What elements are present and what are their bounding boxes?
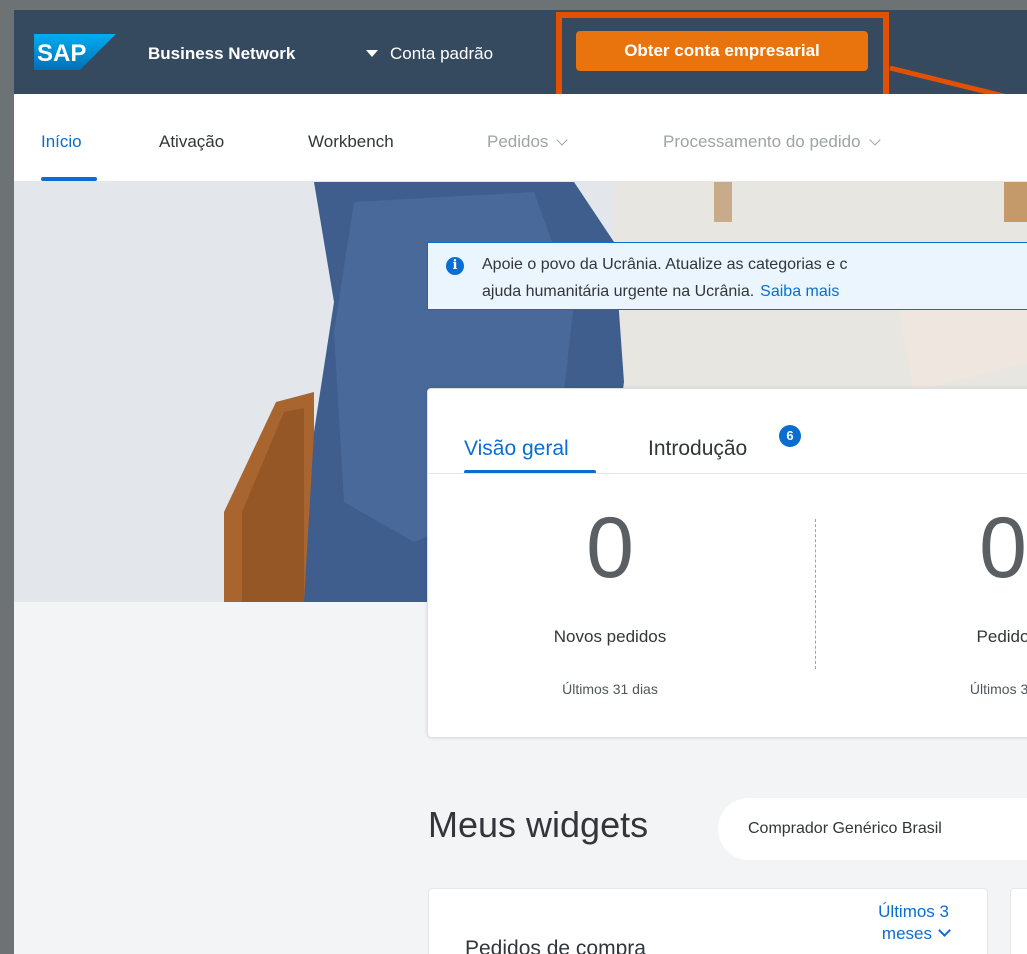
tab-workbench[interactable]: Workbench — [308, 132, 394, 152]
notification-badge: 6 — [779, 425, 801, 447]
banner-text-line1: Apoie o povo da Ucrânia. Atualize as cat… — [482, 256, 848, 273]
divider — [428, 473, 1027, 474]
banner-text-line2: ajuda humanitária urgente na Ucrânia. Sai… — [482, 283, 839, 301]
chevron-down-icon — [868, 134, 881, 146]
new-orders-period: Últimos 31 dias — [562, 681, 658, 697]
tab-ativacao[interactable]: Ativação — [159, 132, 224, 152]
account-name[interactable]: Conta padrão — [390, 44, 493, 64]
period-line1: Últimos 3 — [878, 902, 949, 921]
tab-visao-geral[interactable]: Visão geral — [464, 437, 569, 461]
widget-card-partial — [1010, 888, 1027, 954]
orders-period: Últimos 31 — [969, 681, 1027, 697]
tab-introducao[interactable]: Introdução — [648, 437, 747, 461]
widget-purchase-orders: Pedidos de compra Últimos 3 meses — [428, 888, 988, 954]
chevron-down-icon — [938, 924, 951, 937]
period-line2: meses — [881, 924, 932, 943]
orders-count[interactable]: 0 — [918, 499, 1027, 598]
period-line2-wrap: meses — [878, 923, 951, 945]
info-icon: i — [446, 257, 464, 275]
annotation-highlight-box — [556, 12, 889, 100]
chevron-down-icon — [556, 134, 569, 146]
new-orders-count[interactable]: 0 — [525, 499, 695, 598]
learn-more-link[interactable]: Saiba mais — [760, 283, 839, 300]
overview-card: Visão geral Introdução 6 0 Novos pedidos… — [427, 388, 1027, 738]
caret-down-icon[interactable] — [366, 50, 378, 57]
tab-pedidos-label: Pedidos — [487, 132, 549, 151]
tab-processamento-label: Processamento do pedido — [663, 132, 861, 151]
product-name[interactable]: Business Network — [148, 44, 295, 64]
top-navigation: Início Ativação Workbench Pedidos Proces… — [14, 94, 1027, 182]
tab-inicio[interactable]: Início — [41, 132, 82, 152]
metric-separator — [815, 519, 816, 669]
tab-pedidos[interactable]: Pedidos — [487, 132, 569, 152]
logo-text: SAP — [37, 40, 86, 67]
period-select[interactable]: Últimos 3 meses — [878, 901, 951, 945]
sap-logo[interactable]: SAP — [34, 34, 116, 70]
widgets-heading: Meus widgets — [428, 804, 649, 845]
tab-processamento[interactable]: Processamento do pedido — [663, 132, 881, 152]
active-tab-indicator — [41, 177, 97, 181]
info-banner: i Apoie o povo da Ucrânia. Atualize as c… — [427, 242, 1027, 310]
new-orders-label: Novos pedidos — [553, 627, 667, 646]
widget-title: Pedidos de compra — [465, 937, 646, 954]
orders-label: Pedido — [976, 627, 1027, 646]
buyer-filter-select[interactable]: Comprador Genérico Brasil — [718, 798, 1027, 860]
app-window: SAP Business Network Conta padrão Obter … — [0, 0, 1027, 954]
banner-text: ajuda humanitária urgente na Ucrânia. — [482, 283, 755, 300]
